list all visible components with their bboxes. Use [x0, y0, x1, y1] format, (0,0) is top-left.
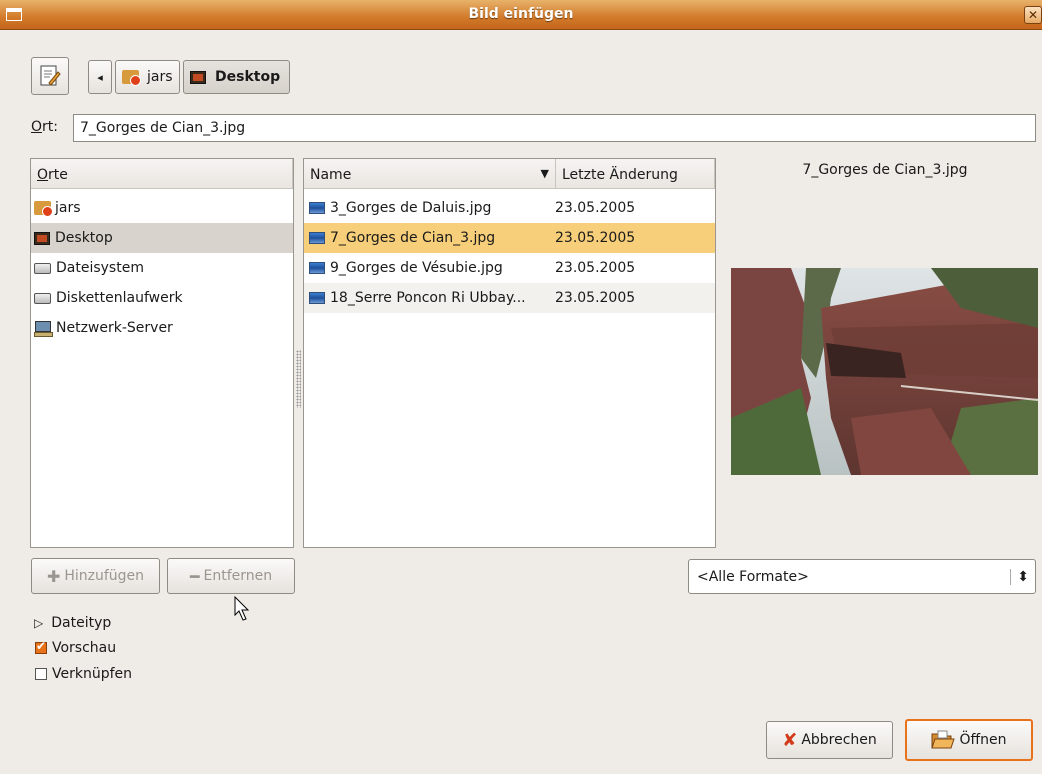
drive-icon: [34, 262, 51, 274]
remove-label: Entfernen: [203, 568, 273, 584]
chevron-left-icon: ◂: [97, 70, 103, 84]
type-location-toggle-button[interactable]: [31, 57, 69, 95]
close-icon[interactable]: ✕: [1024, 6, 1042, 24]
sort-down-icon: ▼: [540, 167, 549, 180]
cancel-button[interactable]: ✘ Abbrechen: [766, 721, 893, 759]
places-item-label: Desktop: [55, 230, 113, 246]
remove-bookmark-button[interactable]: ━ Entfernen: [167, 558, 295, 594]
places-item-floppy[interactable]: Diskettenlaufwerk: [31, 283, 293, 313]
open-button[interactable]: Öffnen: [905, 719, 1033, 761]
places-item-label: Diskettenlaufwerk: [56, 290, 183, 306]
file-filter-combo[interactable]: <Alle Formate> ⬍: [688, 559, 1036, 594]
file-date: 23.05.2005: [555, 260, 636, 276]
path-back-button[interactable]: ◂: [88, 60, 112, 94]
expander-arrow-icon: ▷: [34, 616, 44, 630]
places-item-jars[interactable]: jars: [31, 193, 293, 223]
checkbox-checked-icon: [35, 639, 47, 654]
floppy-icon: [34, 292, 51, 304]
image-file-icon: [309, 202, 325, 214]
places-item-label: Dateisystem: [56, 260, 144, 276]
preview-label: Vorschau: [52, 640, 117, 656]
image-file-icon: [309, 292, 325, 304]
file-date: 23.05.2005: [555, 200, 636, 216]
edit-document-icon: [40, 65, 61, 86]
places-panel[interactable]: Orte jars Desktop Dateisystem Diskettenl…: [30, 158, 294, 548]
file-row[interactable]: 9_Gorges de Vésubie.jpg 23.05.2005: [304, 253, 715, 283]
path-crumb-label: Desktop: [215, 69, 281, 85]
checkbox-unchecked-icon: [35, 668, 47, 680]
desktop-icon: [34, 231, 50, 245]
image-file-icon: [309, 262, 325, 274]
network-icon: [34, 320, 53, 337]
window-title: Bild einfügen: [468, 6, 574, 22]
preview-photo: [731, 268, 1038, 475]
plus-icon: ✚: [46, 566, 61, 586]
preview-image: [731, 268, 1038, 475]
mouse-cursor-icon: [234, 596, 250, 621]
location-input[interactable]: 7_Gorges de Cian_3.jpg: [73, 114, 1036, 142]
link-checkbox[interactable]: Verknüpfen: [35, 666, 132, 682]
spin-arrows-icon: ⬍: [1010, 568, 1029, 585]
file-name: 18_Serre Poncon Ri Ubbay...: [330, 290, 526, 306]
home-folder-icon: [34, 201, 53, 217]
file-date: 23.05.2005: [555, 230, 636, 246]
preview-filename: 7_Gorges de Cian_3.jpg: [802, 162, 968, 178]
column-name-label: Name: [310, 167, 352, 183]
places-item-label: Netzwerk-Server: [56, 320, 173, 336]
open-folder-icon: [931, 730, 956, 749]
window-menu-icon[interactable]: [6, 8, 22, 21]
places-item-network[interactable]: Netzwerk-Server: [31, 313, 293, 343]
home-folder-icon: [122, 70, 141, 86]
cancel-label: Abbrechen: [801, 732, 877, 748]
file-date: 23.05.2005: [555, 290, 636, 306]
file-row[interactable]: 18_Serre Poncon Ri Ubbay... 23.05.2005: [304, 283, 715, 313]
filetype-expander[interactable]: ▷ Dateityp: [34, 615, 111, 631]
file-list-panel[interactable]: Name ▼ Letzte Änderung 3_Gorges de Dalui…: [303, 158, 716, 548]
filter-selected: <Alle Formate>: [697, 568, 809, 585]
preview-checkbox[interactable]: Vorschau: [35, 639, 117, 656]
cancel-x-icon: ✘: [782, 729, 798, 751]
places-item-dateisystem[interactable]: Dateisystem: [31, 253, 293, 283]
file-name: 3_Gorges de Daluis.jpg: [330, 200, 492, 216]
location-label: Ort:: [31, 119, 58, 135]
title-bar[interactable]: Bild einfügen: [0, 0, 1042, 30]
location-value: 7_Gorges de Cian_3.jpg: [80, 120, 246, 136]
add-label: Hinzufügen: [64, 568, 145, 584]
file-name: 7_Gorges de Cian_3.jpg: [330, 230, 496, 246]
file-row[interactable]: 3_Gorges de Daluis.jpg 23.05.2005: [304, 193, 715, 223]
path-crumb-desktop[interactable]: Desktop: [183, 60, 290, 94]
path-crumb-label: jars: [147, 69, 173, 85]
path-crumb-jars[interactable]: jars: [115, 60, 180, 94]
filetype-label: Dateityp: [51, 615, 112, 631]
minus-icon: ━: [189, 566, 200, 586]
open-label: Öffnen: [959, 732, 1007, 748]
column-header-name[interactable]: Name ▼: [304, 159, 556, 189]
places-header[interactable]: Orte: [31, 159, 293, 189]
column-header-modified[interactable]: Letzte Änderung: [556, 159, 715, 189]
file-name: 9_Gorges de Vésubie.jpg: [330, 260, 503, 276]
desktop-icon: [190, 70, 206, 84]
file-row-selected[interactable]: 7_Gorges de Cian_3.jpg 23.05.2005: [304, 223, 715, 253]
add-bookmark-button[interactable]: ✚ Hinzufügen: [31, 558, 160, 594]
places-item-desktop[interactable]: Desktop: [31, 223, 293, 253]
column-modified-label: Letzte Änderung: [562, 167, 678, 183]
image-file-icon: [309, 232, 325, 244]
link-label: Verknüpfen: [52, 666, 133, 682]
pane-splitter-handle[interactable]: [296, 350, 301, 408]
places-item-label: jars: [55, 200, 81, 216]
